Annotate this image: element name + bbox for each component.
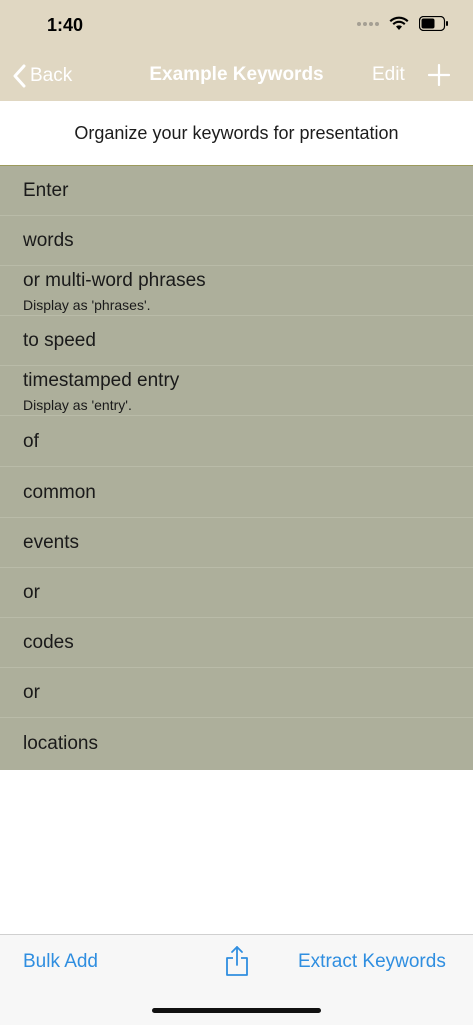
list-item[interactable]: to speed bbox=[0, 316, 473, 366]
keyword-label: locations bbox=[23, 733, 98, 754]
status-icons bbox=[357, 16, 449, 31]
list-item[interactable]: events bbox=[0, 518, 473, 568]
keyword-label: or bbox=[23, 682, 40, 703]
list-header: Organize your keywords for presentation bbox=[0, 101, 473, 166]
list-item[interactable]: Enter bbox=[0, 166, 473, 216]
keyword-label: timestamped entry bbox=[23, 370, 180, 391]
list-item[interactable]: words bbox=[0, 216, 473, 266]
list-item[interactable]: timestamped entry Display as 'entry'. bbox=[0, 366, 473, 416]
list-item[interactable]: codes bbox=[0, 618, 473, 668]
status-time: 1:40 bbox=[47, 15, 84, 35]
keyword-label: codes bbox=[23, 632, 74, 653]
list-item[interactable]: or bbox=[0, 668, 473, 718]
list-item[interactable]: common bbox=[0, 468, 473, 518]
navigation-bar: Back Example Keywords Edit bbox=[0, 50, 473, 101]
edit-button[interactable]: Edit bbox=[372, 64, 405, 86]
share-icon[interactable] bbox=[225, 945, 249, 977]
keyword-label: events bbox=[23, 532, 79, 553]
extract-keywords-button[interactable]: Extract Keywords bbox=[298, 951, 446, 973]
keyword-label: words bbox=[23, 230, 74, 251]
status-bar: 1:40 bbox=[0, 0, 473, 50]
keyword-label: common bbox=[23, 482, 96, 503]
list-item[interactable]: or multi-word phrases Display as 'phrase… bbox=[0, 266, 473, 316]
keyword-label: or multi-word phrases bbox=[23, 270, 206, 291]
wifi-icon bbox=[389, 16, 409, 30]
keyword-label: of bbox=[23, 431, 39, 452]
keyword-label: to speed bbox=[23, 330, 96, 351]
keyword-display-note: Display as 'phrases'. bbox=[23, 297, 151, 313]
keyword-label: Enter bbox=[23, 180, 69, 201]
keyword-list: Enter words or multi-word phrases Displa… bbox=[0, 166, 473, 770]
keyword-label: or bbox=[23, 582, 40, 603]
plus-icon[interactable] bbox=[428, 64, 450, 86]
keyword-display-note: Display as 'entry'. bbox=[23, 397, 132, 413]
list-item[interactable]: of bbox=[0, 417, 473, 467]
signal-icon bbox=[357, 21, 379, 26]
battery-icon bbox=[419, 16, 448, 31]
list-item[interactable]: or bbox=[0, 568, 473, 618]
home-indicator bbox=[152, 1008, 321, 1013]
bulk-add-button[interactable]: Bulk Add bbox=[23, 951, 98, 973]
list-item[interactable]: locations bbox=[0, 719, 473, 769]
